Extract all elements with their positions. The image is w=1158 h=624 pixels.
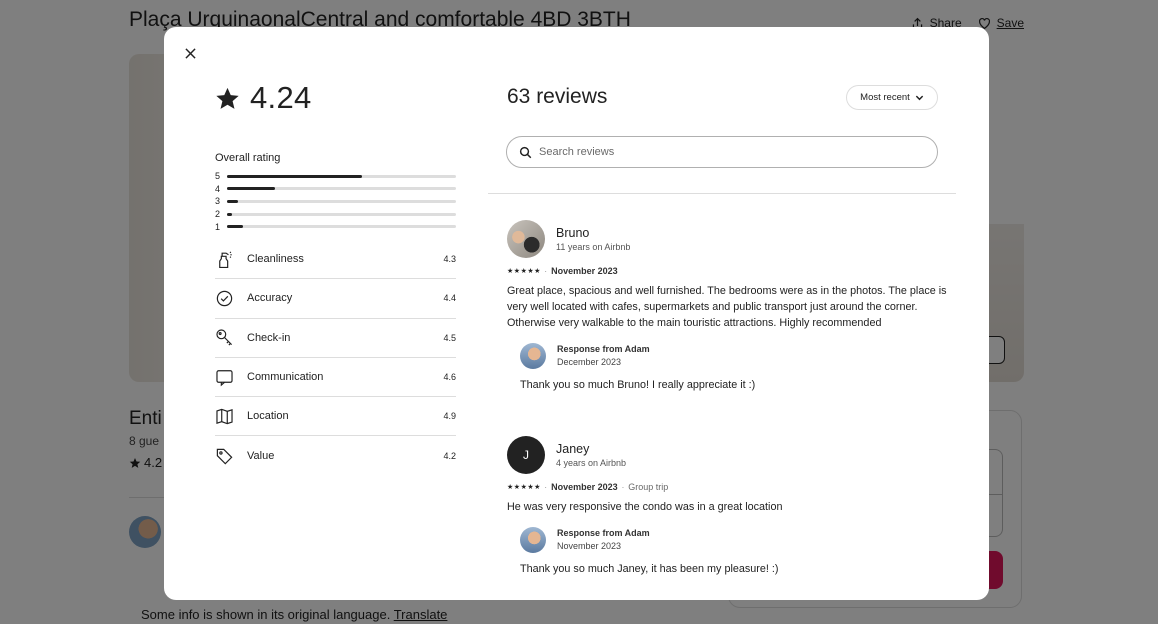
review-meta: ★ ★ ★ ★ ★ · November 2023 <box>507 265 947 277</box>
reviews-modal: 4.24 Overall rating 54 3 21 Cleanliness 4.3… <box>164 27 989 600</box>
rating-bar-row: 2 <box>215 208 456 221</box>
review-stars: ★ ★ ★ ★ ★ <box>507 483 541 491</box>
rating-summary: 4.24 Overall rating 54 3 21 Cleanliness 4.3… <box>215 77 456 476</box>
rating-bar-row: 4 <box>215 183 456 196</box>
rating-bar-row: 5 <box>215 170 456 183</box>
category-row-accuracy: Accuracy 4.4 <box>215 279 456 319</box>
rating-bar-label: 1 <box>215 221 221 232</box>
category-value: 4.5 <box>443 332 456 343</box>
host-response: Response from Adam November 2023 Thank y… <box>520 526 947 575</box>
rating-bar-track <box>227 174 456 178</box>
rating-bar-row: 1 <box>215 220 456 233</box>
category-label: Location <box>247 410 289 423</box>
check-circle-icon <box>215 289 247 308</box>
close-button[interactable] <box>180 43 200 63</box>
category-row-value: Value 4.2 <box>215 436 456 475</box>
review-text: Great place, spacious and well furnished… <box>507 285 947 329</box>
rating-bar-track <box>227 212 456 216</box>
star-icon <box>216 87 239 109</box>
rating-bar-fill <box>227 212 232 216</box>
review-item: Bruno 11 years on Airbnb ★ ★ ★ ★ ★ · Novembe… <box>507 220 947 391</box>
search-reviews-input[interactable] <box>539 146 919 158</box>
category-ratings: Cleanliness 4.3 Accuracy 4.4 Check-in 4.5 Comm… <box>215 240 456 476</box>
category-value: 4.2 <box>443 451 456 462</box>
tag-icon <box>215 447 247 466</box>
sort-dropdown[interactable]: Most recent <box>846 85 938 110</box>
host-response-text: Thank you so much Bruno! I really apprec… <box>520 379 756 391</box>
host-response-text: Thank you so much Janey, it has been my … <box>520 563 779 575</box>
host-response-avatar[interactable] <box>520 343 546 369</box>
chevron-down-icon <box>915 95 923 101</box>
reviewer-tenure: 4 years on Airbnb <box>556 457 627 468</box>
rating-bar-row: 3 <box>215 195 456 208</box>
category-value: 4.4 <box>443 293 456 304</box>
reviewer-name: Janey <box>556 441 590 456</box>
divider <box>488 193 956 194</box>
category-row-location: Location 4.9 <box>215 397 456 437</box>
key-icon <box>215 328 247 347</box>
chat-bubble-icon <box>215 368 247 387</box>
rating-bar-fill <box>227 199 239 203</box>
review-date: November 2023 <box>551 482 618 492</box>
rating-bar-label: 4 <box>215 183 221 194</box>
category-row-communication: Communication 4.6 <box>215 358 456 398</box>
host-response-date: November 2023 <box>557 541 622 551</box>
reviewer-name: Bruno <box>556 225 590 240</box>
search-reviews-box[interactable] <box>506 136 938 168</box>
rating-bar-label: 3 <box>215 196 221 207</box>
category-value: 4.6 <box>443 372 456 382</box>
search-icon <box>519 146 532 158</box>
rating-distribution: 54 3 21 <box>215 170 456 233</box>
rating-bar-fill <box>227 225 244 229</box>
review-trip-type: Group trip <box>628 482 669 492</box>
rating-bar-track <box>227 225 456 229</box>
reviewer-avatar[interactable] <box>507 220 545 258</box>
separator-dot: · <box>544 482 548 492</box>
close-icon <box>184 47 196 59</box>
host-response-header: Response from Adam December 2023 <box>520 342 947 370</box>
separator-dot: · <box>621 482 625 492</box>
category-label: Communication <box>247 371 324 383</box>
reviewer-header: J Janey 4 years on Airbnb <box>507 436 947 474</box>
reviewer-header: Bruno 11 years on Airbnb <box>507 220 947 258</box>
rating-bar-track <box>227 199 456 203</box>
sort-label: Most recent <box>860 92 910 103</box>
host-response-header: Response from Adam November 2023 <box>520 526 947 554</box>
overall-rating-value: 4.24 <box>250 80 312 115</box>
review-item: J Janey 4 years on Airbnb ★ ★ ★ ★ ★ · Novemb… <box>507 436 947 575</box>
review-text: He was very responsive the condo was in … <box>507 501 783 513</box>
map-icon <box>215 407 247 426</box>
reviewer-tenure: 11 years on Airbnb <box>556 241 631 252</box>
category-label: Accuracy <box>247 292 293 305</box>
separator-dot: · <box>544 266 548 276</box>
review-date: November 2023 <box>551 266 618 276</box>
rating-bar-fill <box>227 187 276 191</box>
reviews-panel: 63 reviews Most recent Bruno 11 years on… <box>488 27 956 600</box>
rating-bar-label: 5 <box>215 171 221 182</box>
category-value: 4.9 <box>443 411 456 422</box>
spray-bottle-icon <box>215 250 247 269</box>
category-label: Cleanliness <box>247 253 304 266</box>
host-response-from: Response from Adam <box>557 528 650 539</box>
host-response-from: Response from Adam <box>557 344 650 355</box>
category-row-cleanliness: Cleanliness 4.3 <box>215 240 456 280</box>
rating-bar-fill <box>227 174 363 178</box>
category-value: 4.3 <box>443 254 456 265</box>
host-response: Response from Adam December 2023 Thank y… <box>520 342 947 391</box>
overall-rating-label: Overall rating <box>215 152 281 164</box>
rating-bar-label: 2 <box>215 209 221 220</box>
category-row-check-in: Check-in 4.5 <box>215 319 456 358</box>
overall-rating: 4.24 <box>215 77 456 119</box>
rating-bar-track <box>227 187 456 191</box>
reviewer-avatar[interactable]: J <box>507 436 545 474</box>
review-meta: ★ ★ ★ ★ ★ · November 2023 · Group trip <box>507 481 947 493</box>
review-stars: ★ ★ ★ ★ ★ <box>507 267 541 275</box>
host-response-avatar[interactable] <box>520 527 546 553</box>
category-label: Value <box>247 450 275 463</box>
reviews-count-heading: 63 reviews <box>507 85 608 108</box>
category-label: Check-in <box>247 331 291 344</box>
host-response-date: December 2023 <box>557 357 622 367</box>
